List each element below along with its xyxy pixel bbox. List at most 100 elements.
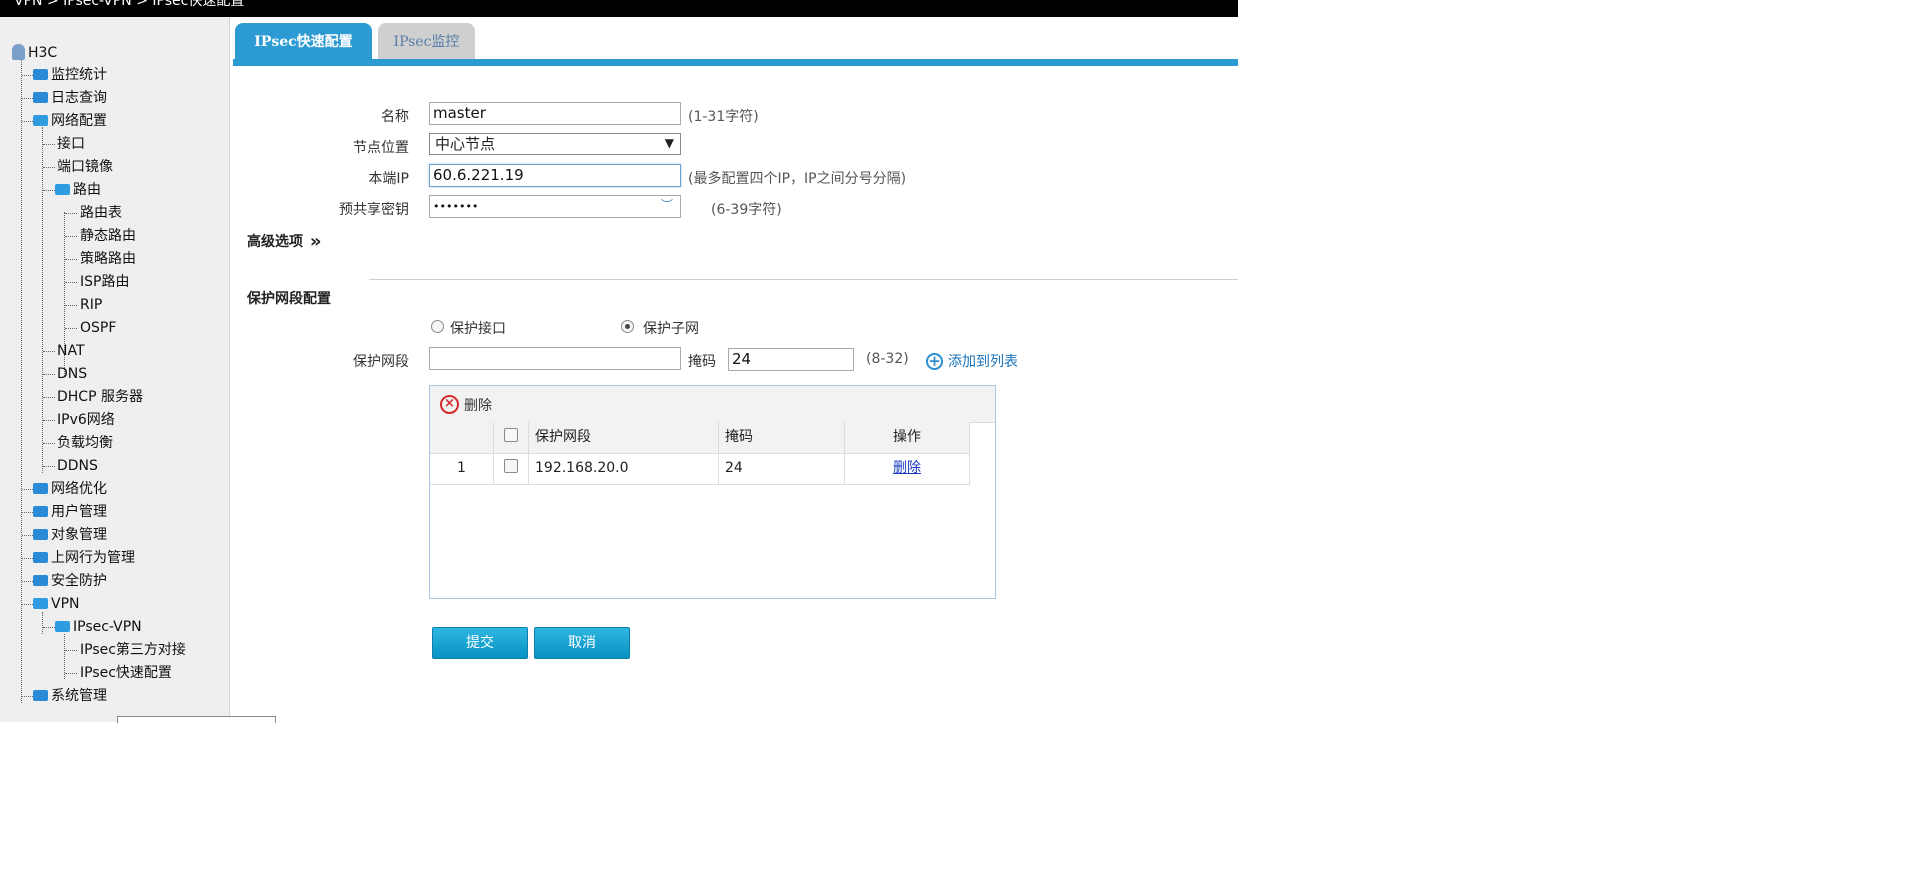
plus-folder-icon — [33, 91, 48, 103]
device-icon — [12, 44, 25, 60]
tab-underline — [233, 59, 1238, 66]
sidebar-item-user-mgmt[interactable]: 用户管理 — [33, 501, 107, 523]
tree-line — [21, 53, 22, 703]
tab-ipsec-quick-config[interactable]: IPsec快速配置 — [235, 23, 372, 60]
sidebar-item-vpn[interactable]: VPN — [33, 593, 80, 615]
sidebar-item-dns[interactable]: DNS — [57, 363, 87, 385]
radio-protect-interface[interactable] — [431, 320, 444, 333]
dropdown-arrow-icon: ▼ — [664, 136, 674, 150]
plus-folder-icon — [33, 551, 48, 563]
header-index — [430, 422, 494, 453]
psk-hint: (6-39字符) — [711, 202, 782, 218]
sidebar-item-route[interactable]: 路由 — [55, 179, 101, 201]
mask-hint: (8-32) — [866, 351, 909, 367]
sidebar-item-rip[interactable]: RIP — [80, 294, 102, 316]
name-hint: (1-31字符) — [688, 109, 759, 125]
sidebar-item-network[interactable]: 网络配置 — [33, 110, 107, 132]
sidebar-item-object-mgmt[interactable]: 对象管理 — [33, 524, 107, 546]
plus-folder-icon — [33, 528, 48, 540]
node-position-value: 中心节点 — [435, 135, 496, 153]
tree-line — [42, 127, 43, 473]
sidebar-item-port-mirror[interactable]: 端口镜像 — [57, 156, 113, 178]
header-segment: 保护网段 — [529, 422, 719, 453]
plus-folder-icon — [33, 68, 48, 80]
sidebar-item-nat[interactable]: NAT — [57, 340, 85, 362]
open-folder-icon — [33, 114, 48, 126]
sidebar-item-ipsec-quick[interactable]: IPsec快速配置 — [80, 662, 172, 684]
name-label: 名称 — [381, 109, 409, 125]
row-segment: 192.168.20.0 — [529, 453, 719, 484]
sidebar-item-isp-route[interactable]: ISP路由 — [80, 271, 129, 293]
section-divider — [369, 279, 1238, 280]
psk-input[interactable]: ••••••• ︶ — [429, 195, 681, 218]
delete-circle-icon[interactable]: × — [440, 395, 459, 414]
radio-protect-subnet-label: 保护子网 — [643, 321, 699, 337]
open-folder-icon — [55, 183, 70, 195]
local-ip-input[interactable]: 60.6.221.19 — [429, 164, 681, 187]
sidebar-item-net-optimize[interactable]: 网络优化 — [33, 478, 107, 500]
submit-button[interactable]: 提交 — [432, 627, 528, 659]
eye-toggle-icon[interactable]: ︶ — [661, 196, 673, 215]
sidebar-item-log[interactable]: 日志查询 — [33, 87, 107, 109]
sidebar-item-route-table[interactable]: 路由表 — [80, 202, 122, 224]
sidebar-item-system[interactable]: 系统管理 — [33, 685, 107, 707]
sidebar-item-security[interactable]: 安全防护 — [33, 570, 107, 592]
open-folder-icon — [55, 620, 70, 632]
row-index: 1 — [430, 453, 494, 484]
select-all-checkbox[interactable] — [504, 428, 518, 442]
mask-label: 掩码 — [688, 354, 716, 370]
mask-input[interactable]: 24 — [728, 348, 854, 371]
breadcrumb: VPN > IPsec-VPN > IPsec快速配置 — [14, 0, 245, 9]
plus-folder-icon — [33, 505, 48, 517]
tab-ipsec-monitor[interactable]: IPsec监控 — [378, 23, 475, 60]
header-mask: 掩码 — [719, 422, 845, 453]
cancel-button[interactable]: 取消 — [534, 627, 630, 659]
header-action: 操作 — [845, 422, 970, 453]
sidebar-item-static-route[interactable]: 静态路由 — [80, 225, 136, 247]
node-position-label: 节点位置 — [353, 140, 409, 156]
sidebar-item-ddns[interactable]: DDNS — [57, 455, 98, 477]
tree-line — [42, 612, 43, 634]
open-folder-icon — [33, 597, 48, 609]
plus-folder-icon — [33, 689, 48, 701]
add-to-list-button[interactable]: + 添加到列表 — [926, 351, 1018, 371]
breadcrumb-bar: VPN > IPsec-VPN > IPsec快速配置 — [0, 0, 1238, 17]
plus-circle-icon: + — [926, 352, 943, 370]
protect-section-title: 保护网段配置 — [247, 291, 331, 307]
segment-label: 保护网段 — [353, 354, 409, 370]
table-header: 保护网段 掩码 操作 — [430, 422, 970, 454]
radio-protect-subnet[interactable] — [621, 320, 634, 333]
plus-folder-icon — [33, 482, 48, 494]
psk-label: 预共享密钥 — [339, 202, 409, 218]
sidebar-item-policy-route[interactable]: 策略路由 — [80, 248, 136, 270]
node-position-select[interactable]: 中心节点 ▼ — [429, 133, 681, 155]
scroll-fragment — [117, 716, 276, 723]
sidebar-item-ipsec-vpn[interactable]: IPsec-VPN — [55, 616, 142, 638]
sidebar-item-ipsec-third-party[interactable]: IPsec第三方对接 — [80, 639, 186, 661]
table-toolbar: × 删除 — [430, 386, 995, 423]
segment-input[interactable] — [429, 347, 681, 370]
plus-folder-icon — [33, 574, 48, 586]
sidebar-item-ospf[interactable]: OSPF — [80, 317, 116, 339]
row-checkbox-cell — [494, 453, 529, 484]
local-ip-label: 本端IP — [368, 171, 409, 187]
row-delete-link[interactable]: 删除 — [893, 460, 921, 476]
sidebar-item-load-balance[interactable]: 负载均衡 — [57, 432, 113, 454]
row-checkbox[interactable] — [504, 459, 518, 473]
psk-value: ••••••• — [433, 200, 479, 213]
sidebar-item-behavior-mgmt[interactable]: 上网行为管理 — [33, 547, 135, 569]
advanced-options-toggle[interactable]: 高级选项 » — [247, 230, 322, 252]
sidebar-item-ipv6[interactable]: IPv6网络 — [57, 409, 115, 431]
delete-selected-button[interactable]: 删除 — [464, 395, 492, 415]
sidebar-item-dhcp[interactable]: DHCP 服务器 — [57, 386, 143, 408]
name-input[interactable]: master — [429, 102, 681, 125]
row-mask: 24 — [719, 453, 845, 484]
segment-table: × 删除 保护网段 掩码 操作 1 192.168.20.0 24 删除 — [429, 385, 996, 599]
table-row: 1 192.168.20.0 24 删除 — [430, 453, 970, 485]
radio-protect-interface-label: 保护接口 — [450, 321, 506, 337]
sidebar-root[interactable]: H3C — [12, 42, 57, 64]
double-chevron-right-icon: » — [309, 231, 322, 252]
local-ip-hint: (最多配置四个IP，IP之间分号分隔) — [688, 171, 907, 187]
sidebar-item-monitor[interactable]: 监控统计 — [33, 64, 107, 86]
sidebar-item-interface[interactable]: 接口 — [57, 133, 85, 155]
